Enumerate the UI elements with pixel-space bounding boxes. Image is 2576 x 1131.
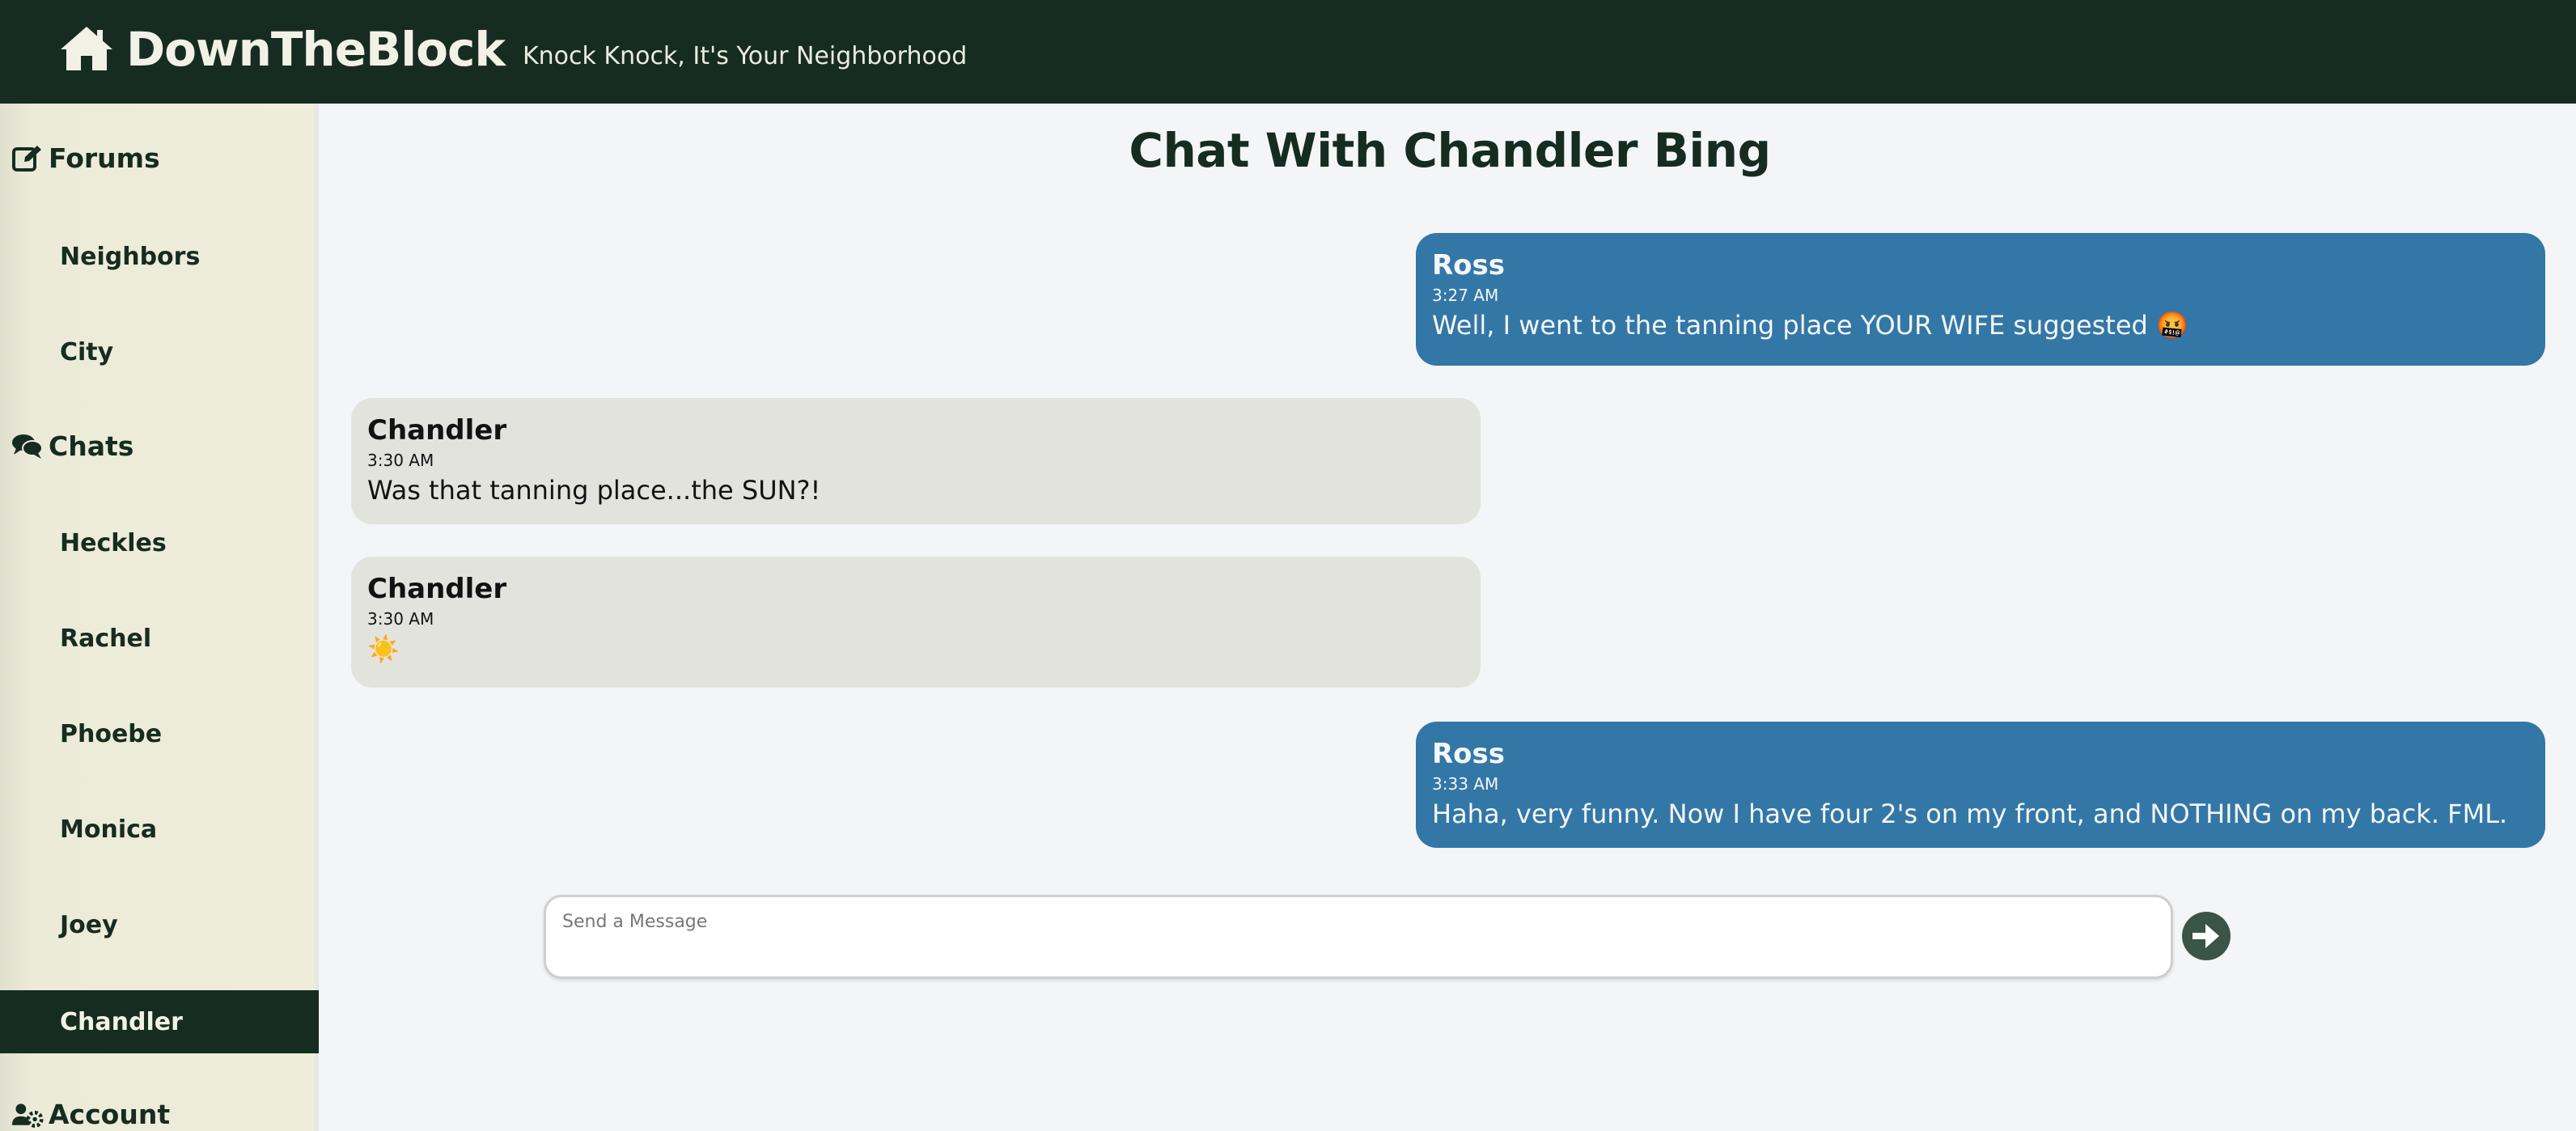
sidebar-item-phoebe[interactable]: Phoebe (0, 702, 319, 765)
message-time: 3:30 AM (367, 451, 434, 470)
edit-icon (12, 145, 41, 172)
message-text: Was that tanning place...the SUN?! (367, 475, 821, 506)
sidebar-item-label: Monica (60, 815, 158, 844)
message-time: 3:30 AM (367, 609, 434, 629)
sidebar-item-neighbors[interactable]: Neighbors (0, 225, 319, 288)
sidebar-item-chandler[interactable]: Chandler (0, 990, 319, 1053)
sidebar-item-monica[interactable]: Monica (0, 798, 319, 861)
sidebar-item-joey[interactable]: Joey (0, 893, 319, 956)
message-bubble-received: Chandler 3:30 AM Was that tanning place.… (351, 398, 1481, 524)
message-time: 3:33 AM (1432, 774, 1499, 794)
sidebar-item-heckles[interactable]: Heckles (0, 511, 319, 574)
sidebar-item-label: Heckles (60, 528, 167, 557)
sidebar-item-label: Phoebe (60, 719, 163, 748)
users-cog-icon (11, 1103, 44, 1128)
message-time: 3:27 AM (1432, 286, 1499, 305)
message-bubble-sent: Ross 3:33 AM Haha, very funny. Now I hav… (1416, 722, 2545, 848)
brand-name[interactable]: DownTheBlock (126, 22, 506, 77)
sidebar-section-label: Account (49, 1099, 171, 1130)
message-sender: Ross (1432, 738, 1506, 770)
message-bubble-sent: Ross 3:27 AM Well, I went to the tanning… (1416, 233, 2545, 366)
message-sender: Ross (1432, 249, 1506, 282)
tagline: Knock Knock, It's Your Neighborhood (522, 41, 968, 70)
message-text: Haha, very funny. Now I have four 2's on… (1432, 798, 2508, 829)
message-text: Well, I went to the tanning place YOUR W… (1432, 310, 2188, 341)
sidebar-section-account[interactable]: Account (11, 1099, 170, 1130)
comments-icon (12, 434, 43, 459)
sidebar-item-rachel[interactable]: Rachel (0, 607, 319, 670)
sidebar-item-label: Joey (60, 910, 118, 939)
sidebar-item-label: Rachel (60, 624, 152, 653)
home-icon[interactable] (58, 23, 115, 74)
message-sender: Chandler (367, 414, 507, 447)
sidebar-section-chats: Chats (11, 430, 133, 462)
message-composer (544, 895, 2173, 979)
top-header: DownTheBlock Knock Knock, It's Your Neig… (0, 0, 2576, 104)
sidebar-item-city[interactable]: City (0, 320, 319, 383)
sidebar-section-label: Chats (49, 430, 134, 462)
chat-title: Chat With Chandler Bing (1129, 123, 1771, 178)
sidebar-section-label: Forums (49, 142, 160, 174)
message-input[interactable] (546, 897, 2171, 976)
sidebar: Forums Neighbors City Chats Heckles Rach… (0, 104, 319, 1131)
sidebar-item-label: Neighbors (60, 242, 201, 271)
sidebar-item-label: Chandler (60, 1007, 183, 1036)
sidebar-section-forums: Forums (11, 142, 160, 174)
message-sender: Chandler (367, 573, 507, 605)
message-text: ☀️ (367, 633, 400, 664)
sidebar-item-label: City (60, 337, 114, 366)
message-bubble-received: Chandler 3:30 AM ☀️ (351, 557, 1481, 688)
arrow-circle-right-icon[interactable] (2181, 911, 2231, 961)
